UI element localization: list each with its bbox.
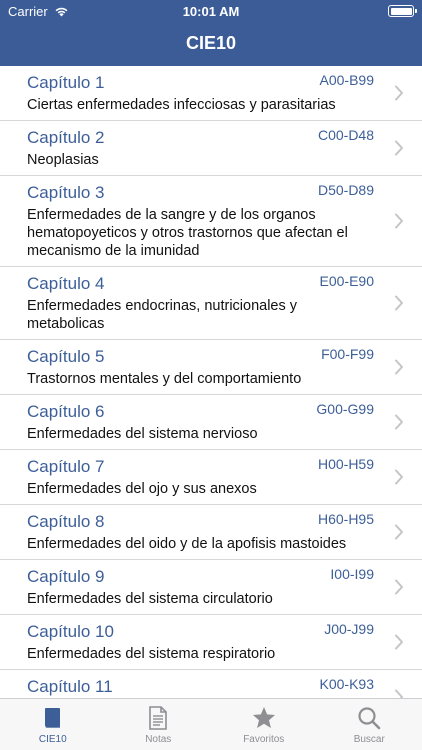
navigation-header: Carrier 10:01 AM CIE10 [0,0,422,66]
chapter-description: Ciertas enfermedades infecciosas y paras… [27,97,336,113]
tab-label: CIE10 [38,734,67,745]
chapter-title: Capítulo 9 [27,567,105,586]
chapter-list: Capítulo 1 A00-B99 Ciertas enfermedades … [0,66,422,698]
chevron-right-icon [395,359,403,375]
chapter-code: F00-F99 [321,346,374,362]
tab-buscar[interactable]: Buscar [317,699,422,750]
chapter-row[interactable]: Capítulo 1 A00-B99 Ciertas enfermedades … [0,66,422,121]
battery-icon [388,5,417,17]
chapter-description: Enfermedades del ojo y sus anexos [27,481,257,497]
chapter-row[interactable]: Capítulo 11 K00-K93 Enfermedades del apa… [0,670,422,698]
chevron-right-icon [395,295,403,311]
search-icon [358,707,381,730]
tab-label: Buscar [353,734,385,745]
chapter-description: Enfermedades del sistema circulatorio [27,591,273,607]
chapter-code: E00-E90 [319,273,374,289]
chapter-description: Enfermedades del oido y de la apofisis m… [27,536,347,552]
chevron-right-icon [395,579,403,595]
chapter-code: A00-B99 [319,72,374,88]
chapter-code: I00-I99 [330,566,374,582]
chevron-right-icon [395,414,403,430]
chapter-row[interactable]: Capítulo 6 G00-G99 Enfermedades del sist… [0,395,422,450]
chevron-right-icon [395,634,403,650]
star-icon [252,707,275,728]
chapter-code: J00-J99 [324,621,374,637]
chapter-description: Enfermedades del sistema respiratorio [27,646,276,662]
chapter-description: Trastornos mentales y del comportamiento [27,371,302,387]
chapter-code: D50-D89 [317,182,374,198]
status-bar: Carrier 10:01 AM [0,0,422,24]
chevron-right-icon [395,140,403,156]
chapter-code: C00-D48 [317,127,374,143]
chapter-code: H00-H59 [317,456,374,472]
chevron-right-icon [395,85,403,101]
chapter-description: Enfermedades de la sangre y de los organ… [27,207,348,259]
chapter-row[interactable]: Capítulo 7 H00-H59 Enfermedades del ojo … [0,450,422,505]
chapter-row[interactable]: Capítulo 10 J00-J99 Enfermedades del sis… [0,615,422,670]
chapter-title: Capítulo 10 [27,622,114,641]
chevron-right-icon [395,524,403,540]
tab-notas[interactable]: Notas [106,699,212,750]
chapter-code: H60-H95 [317,511,374,527]
chapter-description: Enfermedades del sistema nervioso [27,426,258,442]
chapter-row[interactable]: Capítulo 9 I00-I99 Enfermedades del sist… [0,560,422,615]
chapter-row[interactable]: Capítulo 2 C00-D48 Neoplasias [0,121,422,176]
chapter-row[interactable]: Capítulo 3 D50-D89 Enfermedades de la sa… [0,176,422,267]
tab-favoritos[interactable]: Favoritos [211,699,317,750]
chapter-code: K00-K93 [319,676,374,692]
tab-label: Favoritos [243,734,285,745]
chapter-description: Neoplasias [27,152,99,168]
chevron-right-icon [395,213,403,229]
notes-icon [149,706,168,730]
book-icon [44,708,60,728]
tab-bar: CIE10 Notas Favoritos Buscar [0,698,422,750]
chevron-right-icon [395,689,403,698]
chapter-row[interactable]: Capítulo 5 F00-F99 Trastornos mentales y… [0,340,422,395]
chapter-code: G00-G99 [316,401,374,417]
page-title: CIE10 [185,33,237,53]
chapter-row[interactable]: Capítulo 8 H60-H95 Enfermedades del oido… [0,505,422,560]
chapter-row[interactable]: Capítulo 4 E00-E90 Enfermedades endocrin… [0,267,422,340]
chapter-description: Enfermedades endocrinas, nutricionales y… [27,298,298,332]
tab-label: Notas [145,734,172,745]
chevron-right-icon [395,469,403,485]
status-time: 10:01 AM [182,4,240,19]
tab-cie10[interactable]: CIE10 [0,699,106,750]
